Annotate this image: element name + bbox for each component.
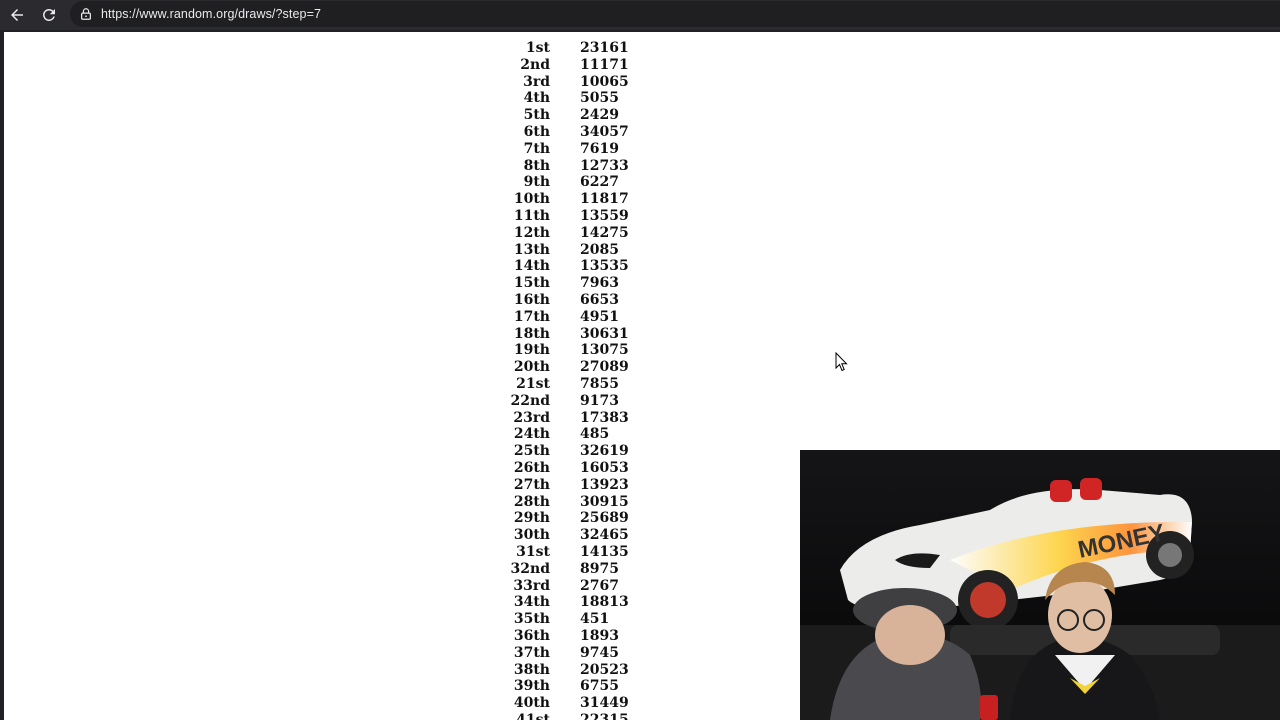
draw-rank: 39th: [513, 678, 550, 695]
draw-rank: 38th: [513, 661, 550, 678]
draw-value: 32465: [580, 527, 629, 544]
draw-value: 485: [580, 426, 610, 443]
draw-rank: 35th: [513, 611, 550, 628]
draw-value: 7963: [580, 275, 619, 292]
draw-value: 5055: [580, 90, 619, 107]
draw-rank: 14th: [513, 258, 550, 275]
draw-value: 13923: [580, 476, 629, 493]
draw-rank: 16th: [513, 292, 550, 308]
draw-value: 451: [580, 611, 610, 628]
back-arrow-icon: [11, 9, 23, 21]
draw-value: 18813: [580, 594, 629, 611]
draw-value: 7619: [580, 140, 619, 157]
draw-rank: 7th: [523, 140, 550, 157]
draw-rank: 4th: [523, 90, 550, 107]
draw-value: 1893: [580, 628, 619, 644]
draw-value: 4951: [580, 308, 619, 325]
draw-value: 13559: [580, 208, 629, 224]
draw-value: 11171: [580, 56, 629, 73]
draw-value: 20523: [580, 661, 629, 678]
draw-rank: 36th: [513, 628, 550, 644]
draw-rank: 17th: [513, 308, 550, 325]
draw-rank: 26th: [513, 460, 550, 476]
draw-value: 17383: [580, 409, 629, 426]
draw-value: 30631: [580, 325, 629, 342]
draw-rank: 22nd: [510, 392, 550, 409]
webcam-video: MONEY: [800, 450, 1280, 720]
draw-rank: 21st: [516, 376, 550, 392]
draw-value: 12733: [580, 157, 629, 174]
draw-value: 2767: [580, 577, 619, 594]
draw-rank: 30th: [513, 527, 550, 544]
draw-rank: 12th: [513, 224, 550, 241]
draw-value: 6755: [580, 678, 619, 695]
draw-value: 13075: [580, 342, 629, 359]
draw-rank: 34th: [513, 594, 550, 611]
draw-value: 6227: [580, 174, 619, 191]
draw-value: 25689: [580, 510, 629, 527]
draw-value: 8975: [580, 560, 619, 577]
draw-value: 10065: [580, 73, 629, 90]
draw-rank: 13th: [513, 241, 550, 258]
draw-value: 30915: [580, 493, 629, 510]
draw-value: 9173: [580, 392, 619, 409]
draw-value: 2085: [580, 241, 619, 258]
draw-rank: 41st: [516, 712, 550, 720]
draw-rank: 1st: [525, 40, 550, 56]
draw-value: 34057: [580, 124, 629, 140]
draw-value: 13535: [580, 258, 629, 275]
mouse-pointer-icon: [835, 352, 848, 372]
draw-rank: 18th: [513, 325, 550, 342]
draw-rank: 20th: [513, 359, 550, 376]
draw-value: 31449: [580, 695, 629, 712]
draw-rank: 5th: [523, 107, 550, 124]
draw-value: 9745: [580, 644, 619, 661]
draw-rank: 37th: [513, 644, 550, 661]
draw-rank: 27th: [513, 476, 550, 493]
draw-rank: 2nd: [520, 56, 550, 73]
draw-value: 7855: [580, 376, 619, 392]
draw-rank: 8th: [523, 157, 550, 174]
back-button[interactable]: [5, 3, 29, 27]
draw-value: 32619: [580, 443, 629, 460]
draw-rank: 32nd: [510, 560, 550, 577]
reload-button[interactable]: [37, 3, 61, 27]
draw-rank: 33rd: [513, 577, 550, 594]
draw-rank: 19th: [513, 342, 550, 359]
draw-value: 14275: [580, 224, 629, 241]
draw-rank: 31st: [516, 544, 550, 560]
draw-value: 2429: [580, 107, 619, 124]
webcam-overlay: MONEY: [800, 450, 1280, 720]
draw-rank: 23rd: [513, 409, 550, 426]
draw-value: 6653: [580, 292, 619, 308]
draw-value: 14135: [580, 544, 629, 560]
address-bar[interactable]: https://www.random.org/draws/?step=7: [70, 1, 1280, 27]
draw-rank: 25th: [513, 443, 550, 460]
browser-toolbar: https://www.random.org/draws/?step=7: [0, 0, 1280, 30]
draw-rank: 11th: [513, 208, 550, 224]
reload-icon: [43, 9, 55, 21]
draw-value: 16053: [580, 460, 629, 476]
draw-value: 11817: [580, 191, 629, 208]
draw-value: 22315: [580, 712, 629, 720]
draw-value: 23161: [580, 40, 629, 56]
url-text[interactable]: https://www.random.org/draws/?step=7: [101, 7, 321, 21]
draw-rank: 29th: [513, 510, 550, 527]
draw-rank: 9th: [523, 174, 550, 191]
site-info-icon[interactable]: [79, 7, 93, 21]
draw-value: 27089: [580, 359, 629, 376]
draw-rank: 24th: [513, 426, 550, 443]
draw-rank: 6th: [523, 124, 550, 140]
draw-rank: 15th: [513, 275, 550, 292]
draw-rank: 28th: [513, 493, 550, 510]
draw-rank: 3rd: [523, 73, 550, 90]
draw-rank: 10th: [513, 191, 550, 208]
draw-rank: 40th: [513, 695, 550, 712]
